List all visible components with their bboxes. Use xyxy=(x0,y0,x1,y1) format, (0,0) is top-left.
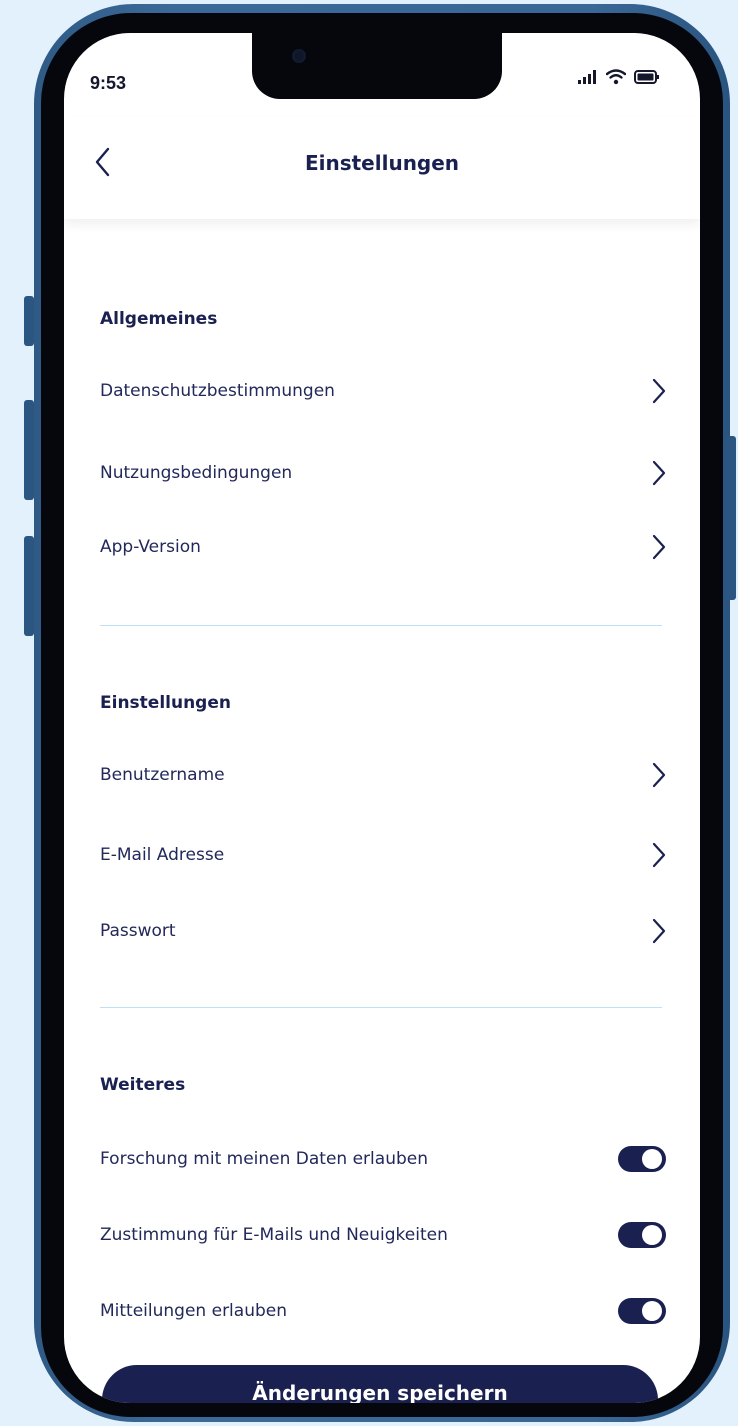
chevron-right-icon xyxy=(652,460,666,486)
section-title-general: Allgemeines xyxy=(100,309,218,329)
chevron-right-icon xyxy=(652,534,666,560)
volume-down-button xyxy=(24,536,34,636)
research-toggle[interactable] xyxy=(618,1146,666,1172)
row-label: Datenschutzbestimmungen xyxy=(100,381,335,401)
silent-switch xyxy=(24,296,34,346)
wifi-icon xyxy=(606,69,626,85)
app-header: Einstellungen xyxy=(64,117,700,219)
chevron-right-icon xyxy=(652,918,666,944)
row-allow-research: Forschung mit meinen Daten erlauben xyxy=(100,1137,666,1181)
row-label: App-Version xyxy=(100,537,201,557)
toggle-knob xyxy=(642,1225,662,1245)
row-username[interactable]: Benutzername xyxy=(100,753,666,797)
row-label: Passwort xyxy=(100,921,176,941)
section-divider xyxy=(100,625,662,626)
row-allow-notifications: Mitteilungen erlauben xyxy=(100,1289,666,1333)
row-label: Benutzername xyxy=(100,765,225,785)
row-terms-of-use[interactable]: Nutzungsbedingungen xyxy=(100,451,666,495)
row-label: E-Mail Adresse xyxy=(100,845,225,865)
battery-icon xyxy=(634,70,659,84)
chevron-right-icon xyxy=(652,762,666,788)
section-title-settings: Einstellungen xyxy=(100,693,231,713)
status-icons xyxy=(578,67,660,87)
signal-icon xyxy=(578,70,596,84)
row-label: Nutzungsbedingungen xyxy=(100,463,293,483)
status-time: 9:53 xyxy=(90,73,127,93)
chevron-right-icon xyxy=(652,378,666,404)
power-button xyxy=(726,436,736,600)
row-password[interactable]: Passwort xyxy=(100,909,666,953)
notch xyxy=(252,33,502,99)
row-app-version[interactable]: App-Version xyxy=(100,525,666,569)
row-privacy-policy[interactable]: Datenschutzbestimmungen xyxy=(100,369,666,413)
save-changes-button[interactable]: Änderungen speichern xyxy=(102,1365,658,1403)
toggle-label: Zustimmung für E-Mails und Neuigkeiten xyxy=(100,1225,448,1245)
section-divider xyxy=(100,1007,662,1008)
toggle-knob xyxy=(642,1149,662,1169)
newsletter-toggle[interactable] xyxy=(618,1222,666,1248)
screen: 9:53 Einstellungen Allgemeines Datenschu… xyxy=(64,33,700,1403)
toggle-label: Mitteilungen erlauben xyxy=(100,1301,287,1321)
toggle-knob xyxy=(642,1301,662,1321)
section-title-more: Weiteres xyxy=(100,1075,186,1095)
notifications-toggle[interactable] xyxy=(618,1298,666,1324)
volume-up-button xyxy=(24,400,34,500)
chevron-right-icon xyxy=(652,842,666,868)
page-title: Einstellungen xyxy=(304,151,460,175)
camera-icon xyxy=(292,49,306,63)
toggle-label: Forschung mit meinen Daten erlauben xyxy=(100,1149,428,1169)
row-email-address[interactable]: E-Mail Adresse xyxy=(100,833,666,877)
row-allow-newsletter: Zustimmung für E-Mails und Neuigkeiten xyxy=(100,1213,666,1257)
